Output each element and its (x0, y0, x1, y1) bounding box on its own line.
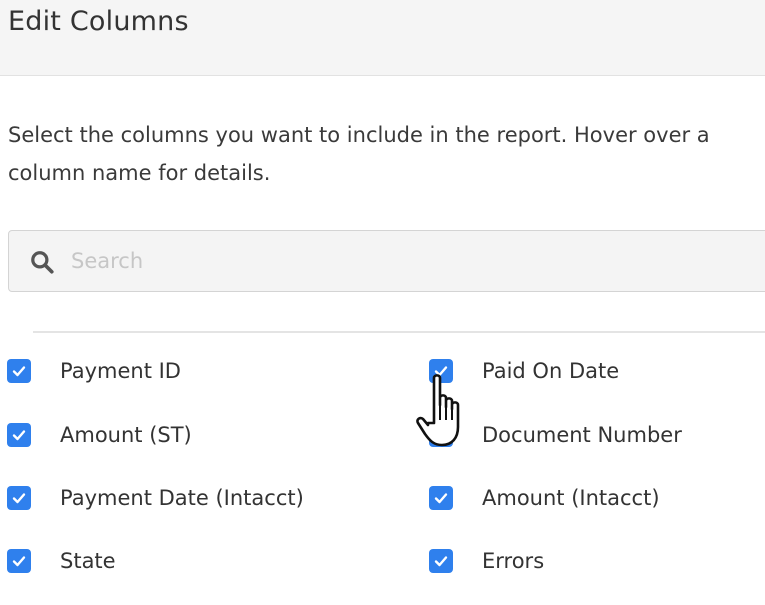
checkmark-icon (434, 366, 448, 377)
column-option-errors[interactable]: Errors (429, 546, 544, 576)
dialog-description: Select the columns you want to include i… (8, 123, 710, 185)
checkmark-icon (434, 556, 448, 567)
checkbox[interactable] (429, 423, 453, 447)
checkmark-icon (12, 366, 26, 377)
search-icon (31, 251, 54, 274)
column-option-payment-date-intacct[interactable]: Payment Date (Intacct) (7, 483, 304, 513)
search-input[interactable] (71, 231, 761, 291)
dialog-header: Edit Columns (0, 0, 765, 76)
column-option-label: Amount (ST) (60, 423, 192, 447)
checkbox[interactable] (7, 359, 31, 383)
column-option-state[interactable]: State (7, 546, 116, 576)
checkmark-icon (12, 556, 26, 567)
column-option-label: Errors (482, 549, 545, 573)
checkbox[interactable] (7, 549, 31, 573)
checkmark-icon (434, 493, 448, 504)
column-option-amount-st[interactable]: Amount (ST) (7, 420, 192, 450)
checkbox[interactable] (7, 486, 31, 510)
search-box[interactable] (8, 230, 765, 292)
checkmark-icon (12, 430, 26, 441)
column-option-label: Amount (Intacct) (482, 486, 660, 510)
checkbox[interactable] (429, 486, 453, 510)
column-option-document-number[interactable]: Document Number (429, 420, 682, 450)
column-option-label: Document Number (482, 423, 682, 447)
divider (33, 331, 765, 333)
column-option-paid-on-date[interactable]: Paid On Date (429, 356, 619, 386)
column-option-label: Payment ID (60, 359, 181, 383)
column-option-label: State (60, 549, 116, 573)
column-option-payment-id[interactable]: Payment ID (7, 356, 181, 386)
checkbox[interactable] (429, 549, 453, 573)
column-option-label: Paid On Date (482, 359, 620, 383)
column-option-amount-intacct[interactable]: Amount (Intacct) (429, 483, 660, 513)
checkbox[interactable] (7, 423, 31, 447)
checkmark-icon (12, 493, 26, 504)
column-option-label: Payment Date (Intacct) (60, 486, 304, 510)
dialog-title: Edit Columns (8, 6, 189, 37)
checkbox[interactable] (429, 359, 453, 383)
checkmark-icon (434, 430, 448, 441)
